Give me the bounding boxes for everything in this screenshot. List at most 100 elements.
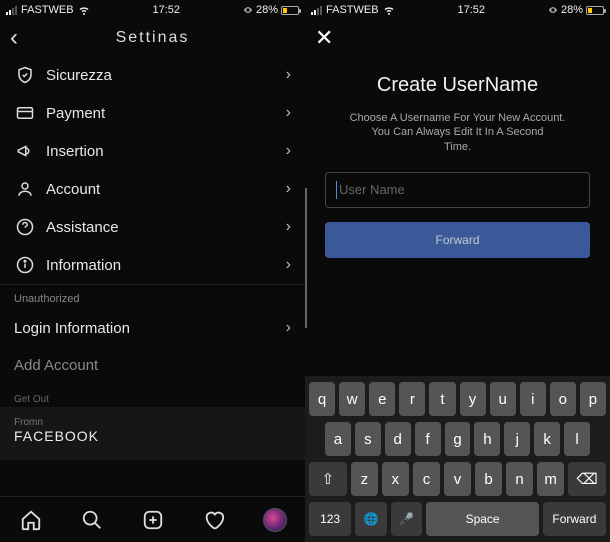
page-title: Settinas [116,29,190,47]
megaphone-icon [14,142,36,160]
key-a[interactable]: a [325,422,351,456]
key-d[interactable]: d [385,422,411,456]
card-icon [14,104,36,122]
key-shift[interactable]: ⇧ [309,462,347,496]
key-backspace[interactable]: ⌫ [568,462,606,496]
info-icon [14,256,36,274]
key-space[interactable]: Space [426,502,538,536]
key-w[interactable]: w [339,382,365,416]
settings-list: Sicurezza › Payment › Insertion › Accoun… [0,56,305,496]
settings-item-label: Account [46,181,286,198]
create-title: Create UserName [319,74,596,97]
settings-item-security[interactable]: Sicurezza › [0,56,305,94]
key-s[interactable]: s [355,422,381,456]
key-r[interactable]: r [399,382,425,416]
key-p[interactable]: p [580,382,606,416]
battery-icon [281,6,299,15]
chevron-right-icon: › [286,66,291,84]
key-k[interactable]: k [534,422,560,456]
settings-item-assistance[interactable]: Assistance › [0,208,305,246]
visibility-icon [548,5,558,15]
key-u[interactable]: u [490,382,516,416]
add-account-button[interactable]: Add Account [0,347,305,384]
key-f[interactable]: f [415,422,441,456]
nav-profile[interactable] [263,508,287,532]
forward-button[interactable]: Forward [325,222,590,258]
get-out-link[interactable]: Get Out [0,384,305,407]
key-i[interactable]: i [520,382,546,416]
key-c[interactable]: c [413,462,440,496]
key-h[interactable]: h [474,422,500,456]
key-123[interactable]: 123 [309,502,351,536]
settings-item-information[interactable]: Information › [0,246,305,284]
battery-icon [586,6,604,15]
section-unauthorized: Unauthorized [0,285,305,309]
key-o[interactable]: o [550,382,576,416]
close-button[interactable]: ✕ [315,25,333,51]
key-m[interactable]: m [537,462,564,496]
key-v[interactable]: v [444,462,471,496]
signal-icon [311,6,322,15]
carrier-label: FASTWEB [21,4,74,16]
from-label: Fromn [14,417,291,428]
chevron-right-icon: › [286,180,291,198]
nav-activity[interactable] [202,508,226,532]
nav-search[interactable] [80,508,104,532]
key-t[interactable]: t [429,382,455,416]
key-j[interactable]: j [504,422,530,456]
bottom-nav [0,496,305,542]
settings-item-insertion[interactable]: Insertion › [0,132,305,170]
settings-item-payment[interactable]: Payment › [0,94,305,132]
signal-icon [6,6,17,15]
create-username-screen: FASTWEB 17:52 28% ✕ Create UserName Choo… [305,0,610,542]
chevron-right-icon: › [286,142,291,160]
visibility-icon [243,5,253,15]
create-subtitle-2: You Can Always Edit It In A Second [319,125,596,139]
keyboard-row-3: ⇧ z x c v b n m ⌫ [309,462,606,496]
keyboard-row-4: 123 🌐 🎤 Space Forward [309,502,606,536]
settings-item-label: Insertion [46,143,286,160]
help-icon [14,218,36,236]
battery-percent: 28% [256,4,278,16]
key-q[interactable]: q [309,382,335,416]
key-mic[interactable]: 🎤 [391,502,423,536]
text-cursor [336,181,337,199]
key-b[interactable]: b [475,462,502,496]
chevron-right-icon: › [286,218,291,236]
forward-button-label: Forward [435,233,479,247]
settings-item-account[interactable]: Account › [0,170,305,208]
battery-percent: 28% [561,4,583,16]
username-placeholder: User Name [339,182,405,197]
keyboard-row-1: q w e r t y u i o p [309,382,606,416]
key-n[interactable]: n [506,462,533,496]
carrier-label: FASTWEB [326,4,379,16]
facebook-footer: Fromn FACEBOOK [0,407,305,460]
status-bar: FASTWEB 17:52 28% [0,0,305,20]
settings-item-login-info[interactable]: Login Information › [0,309,305,347]
settings-item-label: Login Information [14,320,286,337]
chevron-right-icon: › [286,256,291,274]
back-button[interactable]: ‹ [10,24,18,52]
wifi-icon [383,4,395,16]
wifi-icon [78,4,90,16]
settings-item-label: Sicurezza [46,67,286,84]
username-input[interactable]: User Name [325,172,590,208]
chevron-right-icon: › [286,104,291,122]
nav-add[interactable] [141,508,165,532]
key-e[interactable]: e [369,382,395,416]
key-l[interactable]: l [564,422,590,456]
user-icon [14,180,36,198]
chevron-right-icon: › [286,319,291,337]
key-z[interactable]: z [351,462,378,496]
settings-item-label: Add Account [14,357,291,374]
key-y[interactable]: y [460,382,486,416]
keyboard: q w e r t y u i o p a s d f g h j k l ⇧ … [305,376,610,542]
key-x[interactable]: x [382,462,409,496]
settings-item-label: Assistance [46,219,286,236]
key-g[interactable]: g [445,422,471,456]
key-forward[interactable]: Forward [543,502,606,536]
key-globe[interactable]: 🌐 [355,502,387,536]
create-subtitle-1: Choose A Username For Your New Account. [319,111,596,125]
nav-home[interactable] [19,508,43,532]
settings-item-label: Information [46,257,286,274]
